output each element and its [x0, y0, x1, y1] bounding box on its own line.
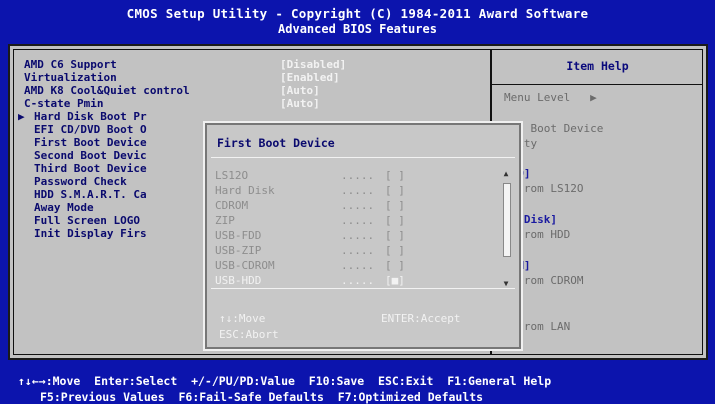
menu-level-text: Menu Level ▶ — [504, 91, 597, 104]
option-dots: ..... — [341, 169, 375, 182]
dialog-scrollbar[interactable]: ▲ ▼ — [501, 169, 511, 288]
setting-label: AMD C6 Support — [24, 58, 117, 71]
setting-label: Virtualization — [24, 71, 117, 84]
setting-value: [Auto] — [280, 84, 320, 97]
setting-second-boot-device[interactable]: Second Boot Devic — [24, 149, 147, 163]
option-dots: ..... — [341, 259, 375, 272]
option-usb-hdd[interactable]: USB-HDD..... [■] — [215, 274, 459, 288]
setting-first-boot-device[interactable]: First Boot Device — [24, 136, 147, 150]
option-label: LS12O — [215, 169, 249, 182]
option-hard-disk[interactable]: Hard Disk..... [ ] — [215, 184, 459, 198]
setting-label: First Boot Device — [34, 136, 147, 149]
setting-label: HDD S.M.A.R.T. Ca — [34, 188, 147, 201]
setting-label: Second Boot Devic — [34, 149, 147, 162]
option-dots: ..... — [341, 184, 375, 197]
scroll-up-icon[interactable]: ▲ — [501, 169, 511, 179]
option-checkbox: [ ] — [385, 199, 405, 212]
setting-virtualization[interactable]: Virtualization [Enabled] — [24, 71, 340, 85]
footer-keys-line2: F5:Previous Values F6:Fail-Safe Defaults… — [40, 390, 484, 404]
bios-header: CMOS Setup Utility - Copyright (C) 1984-… — [0, 0, 715, 44]
item-help-title: Item Help — [566, 59, 629, 73]
scroll-thumb[interactable] — [503, 183, 511, 257]
option-label: CDROM — [215, 199, 249, 212]
option-usb-zip[interactable]: USB-ZIP..... [ ] — [215, 244, 459, 258]
option-label: USB-ZIP — [215, 244, 262, 257]
option-checkbox: [ ] — [385, 244, 405, 257]
setting-password-check[interactable]: Password Check — [24, 175, 127, 189]
copyright-title: CMOS Setup Utility - Copyright (C) 1984-… — [126, 6, 589, 21]
option-dots: ..... — [341, 244, 375, 257]
setting-hdd-smart[interactable]: HDD S.M.A.R.T. Ca — [24, 188, 147, 202]
option-usb-fdd[interactable]: USB-FDD..... [ ] — [215, 229, 459, 243]
setting-away-mode[interactable]: Away Mode — [24, 201, 94, 215]
submenu-arrow-icon: ▶ — [18, 110, 25, 123]
option-checkbox: [ ] — [385, 184, 405, 197]
setting-hard-disk-boot-priority[interactable]: ▶ Hard Disk Boot Pr — [18, 110, 147, 124]
setting-value: [Auto] — [280, 97, 320, 110]
option-cdrom[interactable]: CDROM..... [ ] — [215, 199, 459, 213]
option-dots: ..... — [341, 229, 375, 242]
dialog-title: First Boot Device — [217, 136, 335, 150]
option-checkbox: [ ] — [385, 169, 405, 182]
setting-label: Away Mode — [34, 201, 94, 214]
option-label: ZIP — [215, 214, 235, 227]
dialog-separator — [211, 157, 515, 158]
option-zip[interactable]: ZIP..... [ ] — [215, 214, 459, 228]
option-ls120[interactable]: LS12O..... [ ] — [215, 169, 459, 183]
first-boot-device-dialog[interactable]: First Boot Device LS12O..... [ ] Hard Dis… — [203, 121, 523, 351]
setting-label: Full Screen LOGO — [34, 214, 140, 227]
option-dots: ..... — [341, 274, 375, 287]
setting-label: Third Boot Device — [34, 162, 147, 175]
option-dots: ..... — [341, 199, 375, 212]
footer-keys-line1: ↑↓←→:Move Enter:Select +/-/PU/PD:Value F… — [18, 374, 552, 388]
option-usb-cdrom[interactable]: USB-CDROM..... [ ] — [215, 259, 459, 273]
option-label: USB-FDD — [215, 229, 262, 242]
dialog-separator — [211, 288, 515, 289]
hint-abort: ESC:Abort — [219, 328, 279, 341]
setting-full-screen-logo[interactable]: Full Screen LOGO — [24, 214, 140, 228]
option-checkbox: [■] — [385, 274, 405, 287]
option-label: USB-CDROM — [215, 259, 275, 272]
hint-accept: ENTER:Accept — [381, 312, 461, 325]
setting-value: [Disabled] — [280, 58, 347, 71]
help-separator — [492, 84, 703, 85]
setting-label: Init Display Firs — [34, 227, 147, 240]
setting-cool-quiet[interactable]: AMD K8 Cool&Quiet control [Auto] — [24, 84, 320, 98]
setting-third-boot-device[interactable]: Third Boot Device — [24, 162, 147, 176]
option-checkbox: [ ] — [385, 259, 405, 272]
setting-label: Hard Disk Boot Pr — [34, 110, 147, 123]
setting-value: [Enabled] — [280, 71, 340, 84]
option-checkbox: [ ] — [385, 214, 405, 227]
option-dots: ..... — [341, 214, 375, 227]
setting-amd-c6-support[interactable]: AMD C6 Support [Disabled] — [24, 58, 346, 72]
setting-label: C-state Pmin — [24, 97, 104, 110]
option-checkbox: [ ] — [385, 229, 405, 242]
page-title: Advanced BIOS Features — [278, 22, 437, 36]
setting-c-state-pmin[interactable]: C-state Pmin [Auto] — [24, 97, 320, 111]
key-help-footer: ↑↓←→:Move Enter:Select +/-/PU/PD:Value F… — [0, 360, 715, 404]
setting-label: EFI CD/DVD Boot O — [34, 123, 147, 136]
option-label: USB-HDD — [215, 274, 262, 287]
setting-label: AMD K8 Cool&Quiet control — [24, 84, 190, 97]
setting-label: Password Check — [34, 175, 127, 188]
setting-efi-cd-dvd-boot[interactable]: EFI CD/DVD Boot O — [24, 123, 147, 137]
hint-move: ↑↓:Move — [219, 312, 266, 325]
setting-init-display-first[interactable]: Init Display Firs — [24, 227, 147, 241]
option-label: Hard Disk — [215, 184, 275, 197]
